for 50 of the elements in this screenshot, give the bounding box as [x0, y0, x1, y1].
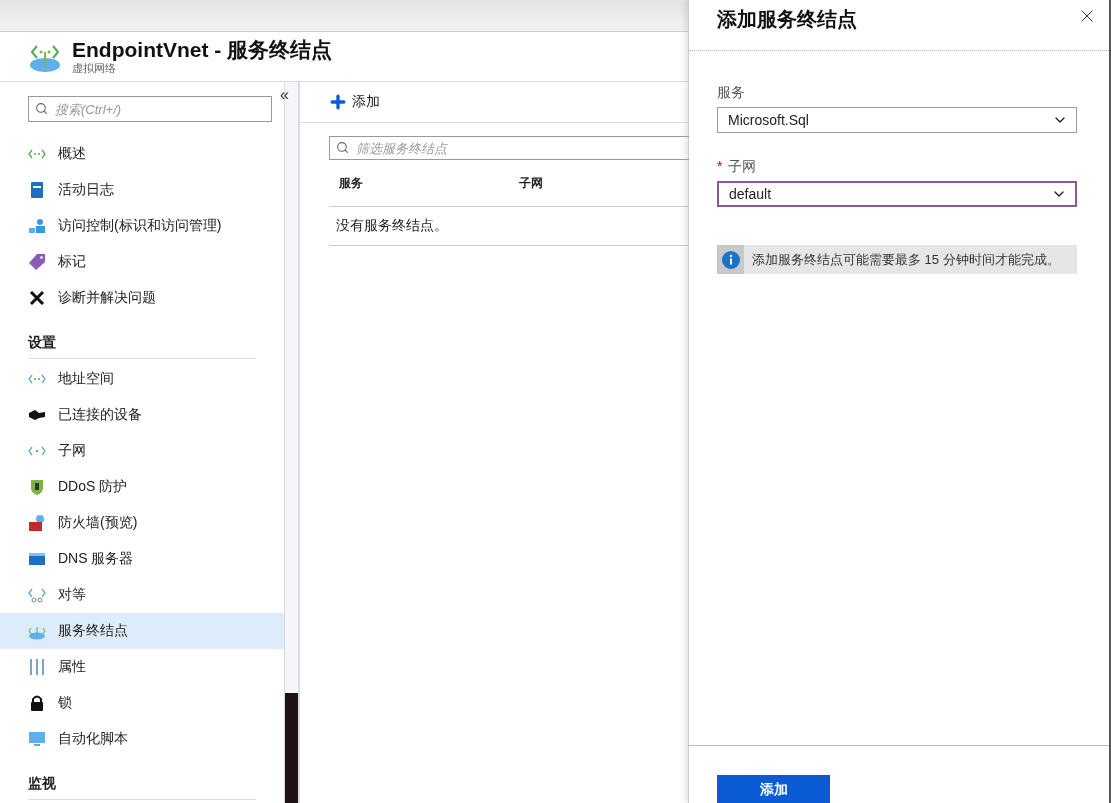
- people-icon: [28, 217, 46, 235]
- nav-item[interactable]: 防火墙(预览): [0, 505, 285, 541]
- search-icon: [336, 141, 349, 154]
- nav-item[interactable]: 诊断并解决问题: [0, 280, 285, 316]
- dropdown[interactable]: Microsoft.Sql: [717, 107, 1077, 133]
- nav-item[interactable]: DDoS 防护: [0, 469, 285, 505]
- nav-item[interactable]: 锁: [0, 685, 285, 721]
- section-heading: 监视: [28, 757, 257, 800]
- book-icon: [28, 181, 46, 199]
- web-card-icon: [28, 550, 46, 568]
- nav-item[interactable]: 对等: [0, 577, 285, 613]
- search-field[interactable]: 搜索(Ctrl+/): [28, 96, 272, 122]
- submit-button[interactable]: 添加: [717, 775, 830, 803]
- nav-item[interactable]: 子网: [0, 433, 285, 469]
- filter-field[interactable]: 筛选服务终结点: [329, 136, 689, 160]
- blade-subtitle: 虚拟网络: [72, 62, 117, 75]
- nav-item[interactable]: 活动日志: [0, 172, 285, 208]
- collapse-button[interactable]: «: [280, 86, 289, 104]
- shield-icon: [28, 478, 46, 496]
- peering-icon: [28, 586, 46, 604]
- lock-icon: [28, 694, 46, 712]
- field-label: 子网: [728, 158, 757, 176]
- column-header: 子网: [518, 174, 544, 192]
- empty-message: 没有服务终结点。: [329, 207, 689, 246]
- sliders-icon: [28, 658, 46, 676]
- monitor-icon: [28, 730, 46, 748]
- panel-title: 添加服务终结点: [717, 7, 857, 32]
- nav-item[interactable]: 概述: [0, 136, 285, 172]
- nav-item[interactable]: 属性: [0, 649, 285, 685]
- field-label: 服务: [717, 84, 745, 102]
- search-icon: [35, 102, 48, 115]
- nav-item[interactable]: DNS 服务器: [0, 541, 285, 577]
- blade-title: EndpointVnet - 服务终结点: [72, 38, 333, 62]
- plus-icon: [328, 92, 348, 112]
- nav-item[interactable]: 已连接的设备: [0, 397, 285, 433]
- nav-item[interactable]: 服务终结点: [0, 613, 285, 649]
- section-heading: 设置: [28, 316, 257, 359]
- add-button[interactable]: 添加: [328, 92, 380, 112]
- tag-icon: [28, 253, 46, 271]
- nav-item[interactable]: 访问控制(标识和访问管理): [0, 208, 285, 244]
- nav-item[interactable]: 标记: [0, 244, 285, 280]
- tools-icon: [28, 289, 46, 307]
- firewall-icon: [28, 514, 46, 532]
- column-header: 服务: [338, 174, 364, 192]
- required-marker: *: [717, 158, 723, 176]
- info-icon: [721, 250, 740, 269]
- info-text: 添加服务终结点可能需要最多 15 分钟时间才能完成。: [752, 250, 1060, 269]
- dropdown[interactable]: default: [717, 181, 1077, 207]
- nav-item[interactable]: 自动化脚本: [0, 721, 285, 757]
- nav-item[interactable]: 地址空间: [0, 361, 285, 397]
